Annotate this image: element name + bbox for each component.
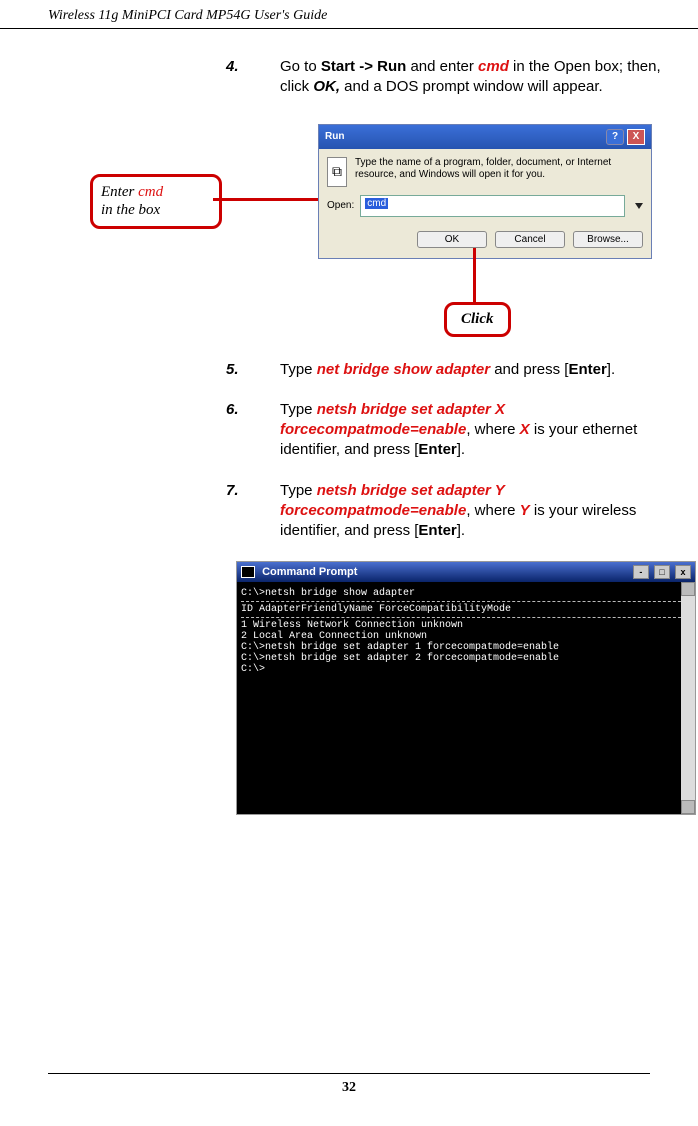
open-input-value: cmd [365,198,388,209]
minimize-icon[interactable]: - [633,565,649,579]
step-number: 4. [226,57,280,98]
text: Enter [101,184,138,200]
cmd-line: 2 Local Area Connection unknown [241,631,691,642]
step-body: Type net bridge show adapter and press [… [280,360,662,380]
run-title-text: Run [325,131,344,142]
step-4: 4. Go to Start -> Run and enter cmd in t… [226,57,662,98]
divider [241,617,691,618]
cancel-button[interactable]: Cancel [495,231,565,248]
cmd-title-text: Command Prompt [262,566,357,578]
step-number: 6. [226,400,280,461]
step-body: Type netsh bridge set adapter Y forcecom… [280,481,662,542]
run-description: Type the name of a program, folder, docu… [355,157,643,187]
close-icon[interactable]: X [627,129,645,145]
text: and enter [406,58,478,75]
cmd-title-icons: - □ x [631,565,691,579]
command-prompt-window: Command Prompt - □ x C:\>netsh bridge sh… [236,561,696,815]
text: and a DOS prompt window will appear. [340,78,603,95]
cmd-line: C:\>netsh bridge show adapter [241,588,691,599]
text: Type [280,401,317,418]
text: , where [466,502,519,519]
cmd-titlebar: Command Prompt - □ x [237,562,695,582]
open-label: Open: [327,200,354,211]
doc-header: Wireless 11g MiniPCI Card MP54G User's G… [0,0,698,29]
page-number: 32 [48,1073,650,1096]
key: Enter [418,441,456,458]
step-body: Type netsh bridge set adapter X forcecom… [280,400,662,461]
text: ]. [457,441,465,458]
cmd-line: C:\>netsh bridge set adapter 2 forcecomp… [241,653,691,664]
dropdown-icon[interactable] [635,203,643,209]
text: ]. [457,522,465,539]
help-icon[interactable]: ? [606,129,624,145]
step-number: 7. [226,481,280,542]
placeholder-y: Y [520,502,530,519]
step-5: 5. Type net bridge show adapter and pres… [226,360,662,380]
ok-label: OK, [313,78,340,95]
scroll-down-icon[interactable] [681,800,695,814]
open-input[interactable]: cmd [360,195,625,217]
cmd-line: 1 Wireless Network Connection unknown [241,620,691,631]
text: , where [466,421,519,438]
command: net bridge show adapter [317,361,490,378]
maximize-icon[interactable]: □ [654,565,670,579]
text: Type [280,361,317,378]
text: in the box [101,202,160,218]
run-buttons: OK Cancel Browse... [319,225,651,258]
browse-button[interactable]: Browse... [573,231,643,248]
step-number: 5. [226,360,280,380]
run-titlebar: Run ? X [319,125,651,149]
scrollbar[interactable] [681,582,695,814]
placeholder-x: X [520,421,530,438]
run-diagram: Enter cmd in the box Run ? X ⧉ Type the … [36,118,662,348]
page-content: 4. Go to Start -> Run and enter cmd in t… [0,29,698,815]
key: Enter [568,361,606,378]
cmd-line: ID AdapterFriendlyName ForceCompatibilit… [241,604,691,615]
text: Type [280,482,317,499]
step-6: 6. Type netsh bridge set adapter X force… [226,400,662,461]
titlebar-icons: ? X [606,129,645,145]
enter-cmd-callout: Enter cmd in the box [90,174,222,230]
run-open-row: Open: cmd [319,195,651,225]
run-dialog: Run ? X ⧉ Type the name of a program, fo… [318,124,652,259]
cmd-body[interactable]: C:\>netsh bridge show adapter ID Adapter… [237,582,695,814]
key: Enter [418,522,456,539]
text: Go to [280,58,321,75]
step-body: Go to Start -> Run and enter cmd in the … [280,57,662,98]
cmd-keyword: cmd [478,58,509,75]
cmd-line: C:\> [241,664,691,675]
cmd-keyword: cmd [138,184,163,200]
click-callout: Click [444,302,511,337]
step-7: 7. Type netsh bridge set adapter Y force… [226,481,662,542]
cmd-line: C:\>netsh bridge set adapter 1 forcecomp… [241,642,691,653]
divider [241,601,691,602]
run-body: ⧉ Type the name of a program, folder, do… [319,149,651,195]
click-line [473,248,476,302]
ok-button[interactable]: OK [417,231,487,248]
run-app-icon: ⧉ [327,157,347,187]
cmd-app-icon [241,566,255,578]
text: ]. [607,361,615,378]
close-icon[interactable]: x [675,565,691,579]
menu-path: Start -> Run [321,58,406,75]
text: and press [ [490,361,568,378]
scroll-up-icon[interactable] [681,582,695,596]
